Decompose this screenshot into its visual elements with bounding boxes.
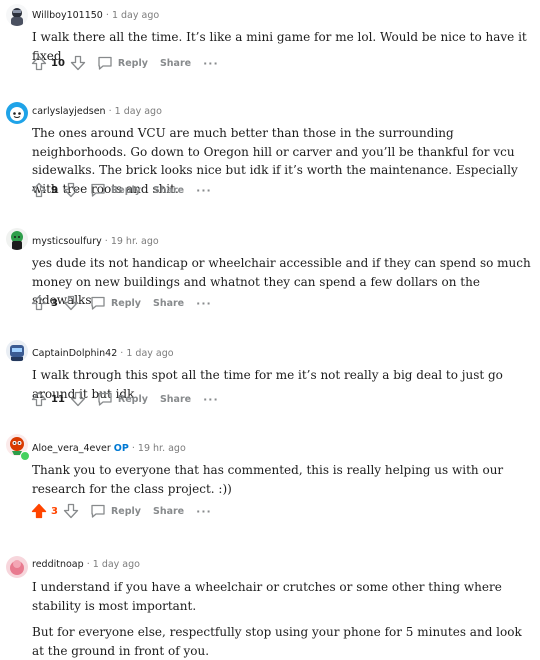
avatar[interactable] — [6, 102, 28, 124]
meta-separator: · — [108, 106, 112, 117]
more-options-icon[interactable]: ··· — [196, 505, 212, 518]
more-options-icon[interactable]: ··· — [203, 393, 219, 406]
timestamp[interactable]: 1 day ago — [126, 348, 173, 359]
downvote-arrow-icon — [63, 182, 79, 198]
reply-bubble-icon — [91, 296, 105, 310]
share-button[interactable]: Share — [153, 185, 184, 196]
comment-body: I understand if you have a wheelchair or… — [32, 578, 532, 660]
downvote-button[interactable] — [62, 181, 80, 199]
more-options-icon[interactable]: ··· — [196, 184, 212, 197]
reply-button[interactable]: Reply — [97, 55, 148, 71]
username[interactable]: Willboy101150 — [32, 10, 103, 21]
username[interactable]: CaptainDolphin42 — [32, 348, 117, 359]
meta-separator: · — [120, 348, 124, 359]
timestamp[interactable]: 1 day ago — [112, 10, 159, 21]
reply-label: Reply — [110, 297, 141, 309]
more-options-icon[interactable]: ··· — [203, 57, 219, 70]
downvote-arrow-icon — [63, 295, 79, 311]
timestamp[interactable]: 1 day ago — [115, 106, 162, 117]
username[interactable]: carlyslayjedsen — [32, 106, 106, 117]
vote-score: 11 — [51, 393, 65, 405]
downvote-button[interactable] — [62, 502, 80, 520]
comment-meta: Aloe_vera_4ever OP · 19 hr. ago — [32, 443, 186, 454]
username[interactable]: redditnoap — [32, 559, 84, 570]
meta-separator: · — [86, 559, 90, 570]
reply-label: Reply — [110, 505, 141, 517]
reply-bubble-icon — [98, 392, 112, 406]
comment-paragraph: I understand if you have a wheelchair or… — [32, 580, 502, 613]
reply-label: Reply — [117, 57, 148, 69]
reply-button[interactable]: Reply — [90, 295, 141, 311]
share-button[interactable]: Share — [153, 506, 184, 517]
comment-body: Thank you to everyone that has commented… — [32, 461, 532, 498]
avatar[interactable] — [6, 340, 28, 362]
upvote-button[interactable] — [30, 390, 48, 408]
vote-score: 3 — [51, 505, 58, 517]
upvote-arrow-icon — [31, 391, 47, 407]
reply-bubble-icon — [91, 504, 105, 518]
share-button[interactable]: Share — [160, 58, 191, 69]
downvote-button[interactable] — [69, 54, 87, 72]
reply-bubble-icon — [98, 56, 112, 70]
reply-button[interactable]: Reply — [90, 182, 141, 198]
avatar[interactable] — [6, 228, 28, 250]
reply-button[interactable]: Reply — [90, 503, 141, 519]
upvote-button[interactable] — [30, 294, 48, 312]
op-badge: OP — [113, 443, 129, 454]
upvote-arrow-icon — [31, 295, 47, 311]
comment-paragraph: But for everyone else, respectfully stop… — [32, 625, 522, 658]
upvote-button[interactable] — [30, 502, 48, 520]
more-options-icon[interactable]: ··· — [196, 297, 212, 310]
reply-button[interactable]: Reply — [97, 391, 148, 407]
downvote-arrow-icon — [70, 391, 86, 407]
reply-label: Reply — [110, 184, 141, 196]
comment-paragraph: Thank you to everyone that has commented… — [32, 463, 504, 496]
meta-separator: · — [104, 236, 108, 247]
vote-score: 9 — [51, 184, 58, 196]
vote-score: 10 — [51, 57, 65, 69]
comment-actions: 11 Reply Share ··· — [30, 389, 219, 409]
timestamp[interactable]: 19 hr. ago — [111, 236, 159, 247]
avatar[interactable] — [6, 4, 28, 26]
comment-meta: Willboy101150 · 1 day ago — [32, 10, 159, 21]
downvote-button[interactable] — [69, 390, 87, 408]
online-status-icon — [20, 451, 30, 461]
reply-bubble-icon — [91, 183, 105, 197]
meta-separator: · — [105, 10, 109, 21]
upvote-button[interactable] — [30, 54, 48, 72]
meta-separator: · — [131, 443, 135, 454]
vote-score: 3 — [51, 297, 58, 309]
comment-meta: CaptainDolphin42 · 1 day ago — [32, 348, 174, 359]
username[interactable]: mysticsoulfury — [32, 236, 102, 247]
downvote-arrow-icon — [70, 55, 86, 71]
comment-actions: 10 Reply Share ··· — [30, 53, 219, 73]
comment-meta: mysticsoulfury · 19 hr. ago — [32, 236, 159, 247]
comment-actions: 3 Reply Share ··· — [30, 501, 212, 521]
comment-meta: carlyslayjedsen · 1 day ago — [32, 106, 162, 117]
reply-label: Reply — [117, 393, 148, 405]
share-button[interactable]: Share — [153, 298, 184, 309]
downvote-button[interactable] — [62, 294, 80, 312]
downvote-arrow-icon — [63, 503, 79, 519]
avatar[interactable] — [6, 556, 28, 578]
share-button[interactable]: Share — [160, 394, 191, 405]
timestamp[interactable]: 1 day ago — [93, 559, 140, 570]
upvote-arrow-icon — [31, 503, 47, 519]
upvote-arrow-icon — [31, 55, 47, 71]
username[interactable]: Aloe_vera_4ever — [32, 443, 111, 454]
timestamp[interactable]: 19 hr. ago — [138, 443, 186, 454]
upvote-button[interactable] — [30, 181, 48, 199]
comment-meta: redditnoap · 1 day ago — [32, 559, 140, 570]
upvote-arrow-icon — [31, 182, 47, 198]
comment-actions: 3 Reply Share ··· — [30, 293, 212, 313]
comment-actions: 9 Reply Share ··· — [30, 180, 212, 200]
